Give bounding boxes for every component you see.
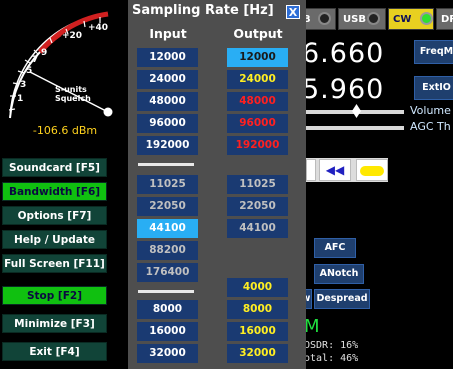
loop-button[interactable] xyxy=(356,159,388,181)
input-rate-22050[interactable]: 22050 xyxy=(137,197,198,216)
despread-button[interactable]: Despread xyxy=(314,289,370,309)
close-button[interactable]: X xyxy=(286,5,300,19)
output-rate-192000[interactable]: 192000 xyxy=(227,136,288,155)
output-rate-4000[interactable]: 4000 xyxy=(227,278,288,297)
rewind-button[interactable]: ◀◀ xyxy=(319,159,351,181)
soundcard-button[interactable]: Soundcard [F5] xyxy=(2,158,107,177)
minimize-button[interactable]: Minimize [F3] xyxy=(2,314,107,333)
stop-button[interactable]: Stop [F2] xyxy=(2,286,107,305)
full-screen-button[interactable]: Full Screen [F11] xyxy=(2,254,107,273)
mode-b-led-icon xyxy=(318,12,331,25)
scale-label-7: 7 xyxy=(32,55,38,65)
scale-label-plus20: +20 xyxy=(62,31,82,41)
input-rate-12000[interactable]: 12000 xyxy=(137,48,198,67)
close-icon: X xyxy=(288,6,298,19)
agc-slider[interactable] xyxy=(300,126,404,130)
extio-button[interactable]: ExtIO xyxy=(414,76,453,100)
sampling-rate-dialog: Sampling Rate [Hz] X Input Output 12000 … xyxy=(128,0,306,369)
mode-cw-label: CW xyxy=(393,14,412,25)
mode-drm-label: DR xyxy=(441,14,453,25)
afc-button[interactable]: AFC xyxy=(314,238,356,258)
dialog-title: Sampling Rate [Hz] xyxy=(132,3,274,18)
mode-usb-led-icon xyxy=(367,12,380,25)
output-rate-48000[interactable]: 48000 xyxy=(227,92,288,111)
output-rate-12000[interactable]: 12000 xyxy=(227,48,288,67)
volume-slider-handle[interactable] xyxy=(352,104,361,118)
scale-label-plus40: +40 xyxy=(88,23,108,33)
input-group-divider-1 xyxy=(138,163,194,166)
anotch-button[interactable]: ANotch xyxy=(314,264,364,284)
input-rate-16000[interactable]: 16000 xyxy=(137,322,198,341)
scale-label-1: 1 xyxy=(17,94,23,104)
options-button[interactable]: Options [F7] xyxy=(2,206,107,225)
m-indicator: M xyxy=(304,316,320,337)
help-update-button[interactable]: Help / Update [F1] xyxy=(2,230,107,265)
bandwidth-button[interactable]: Bandwidth [F6] xyxy=(2,182,107,201)
rewind-icon: ◀◀ xyxy=(325,163,345,177)
total-load-label: otal: 46% xyxy=(304,353,359,364)
scale-label-9: 9 xyxy=(41,48,47,58)
output-rate-16000[interactable]: 16000 xyxy=(227,322,288,341)
s-meter: +20 +40 9 7 5 3 1 S-units Squelch -106.6… xyxy=(0,0,130,150)
output-rate-8000[interactable]: 8000 xyxy=(227,300,288,319)
output-rate-24000[interactable]: 24000 xyxy=(227,70,288,89)
input-rate-32000[interactable]: 32000 xyxy=(137,344,198,363)
mode-drm-button[interactable]: DR xyxy=(436,8,453,30)
input-rate-8000[interactable]: 8000 xyxy=(137,300,198,319)
exit-button[interactable]: Exit [F4] xyxy=(2,342,107,361)
input-rate-88200[interactable]: 88200 xyxy=(137,241,198,260)
frequency-display-2: 5.960 xyxy=(302,74,385,105)
osdr-load-label: OSDR: 16% xyxy=(304,340,359,351)
input-rate-24000[interactable]: 24000 xyxy=(137,70,198,89)
output-rate-32000[interactable]: 32000 xyxy=(227,344,288,363)
volume-slider[interactable] xyxy=(300,110,404,114)
input-rate-11025[interactable]: 11025 xyxy=(137,175,198,194)
scale-label-5: 5 xyxy=(26,66,32,76)
mode-usb-label: USB xyxy=(343,14,366,25)
output-rate-96000[interactable]: 96000 xyxy=(227,114,288,133)
input-rate-44100[interactable]: 44100 xyxy=(137,219,198,238)
mode-cw-led-icon xyxy=(420,12,433,25)
output-rate-11025[interactable]: 11025 xyxy=(227,175,288,194)
scale-label-3: 3 xyxy=(20,80,26,90)
agc-threshold-label: AGC Th xyxy=(410,120,451,133)
play-button[interactable] xyxy=(306,159,316,181)
input-rate-48000[interactable]: 48000 xyxy=(137,92,198,111)
input-header: Input xyxy=(149,26,187,41)
input-rate-176400[interactable]: 176400 xyxy=(137,263,198,282)
input-rate-96000[interactable]: 96000 xyxy=(137,114,198,133)
output-rate-22050[interactable]: 22050 xyxy=(227,197,288,216)
frequency-display-1: 6.660 xyxy=(302,38,385,69)
freqm-button[interactable]: FreqM xyxy=(414,40,453,64)
smeter-caption-squelch: Squelch xyxy=(55,94,91,103)
input-rate-192000[interactable]: 192000 xyxy=(137,136,198,155)
smeter-caption-sunits: S-units xyxy=(55,85,87,94)
input-group-divider-2 xyxy=(138,290,194,293)
app-window: +20 +40 9 7 5 3 1 S-units Squelch -106.6… xyxy=(0,0,453,369)
signal-level-dbm: -106.6 dBm xyxy=(32,124,98,137)
output-header: Output xyxy=(233,26,283,41)
volume-label: Volume xyxy=(410,104,451,117)
loop-icon xyxy=(360,166,384,176)
output-rate-44100[interactable]: 44100 xyxy=(227,219,288,238)
